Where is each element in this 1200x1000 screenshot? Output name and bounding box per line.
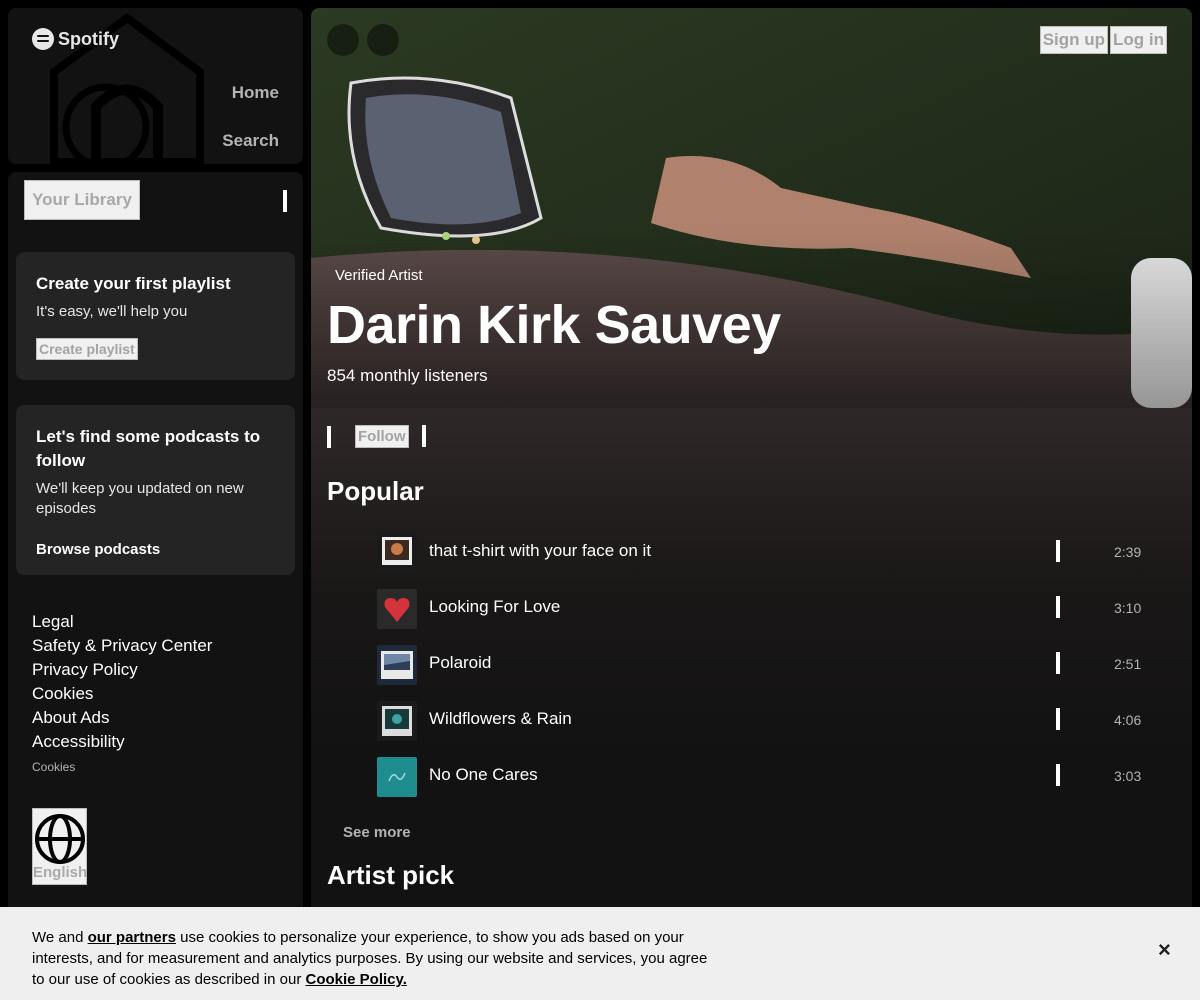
our-partners-link[interactable]: our partners	[88, 929, 176, 946]
footer-link-accessibility[interactable]: Accessibility	[32, 730, 212, 754]
your-library-button[interactable]: Your Library	[24, 180, 140, 220]
track-duration: 2:39	[1114, 544, 1142, 560]
track-duration: 3:03	[1114, 768, 1142, 784]
track-cover-image	[377, 645, 417, 685]
spotify-logo[interactable]: Spotify	[32, 28, 119, 50]
nav-home-link[interactable]: Home	[232, 83, 279, 103]
track-row[interactable]: No One Cares 3:03	[311, 749, 1192, 805]
add-to-liked-button[interactable]	[1056, 764, 1060, 786]
track-row[interactable]: Wildflowers & Rain 4:06	[311, 693, 1192, 749]
track-title: Wildflowers & Rain	[429, 709, 572, 728]
create-playlist-button[interactable]: Create playlist	[36, 338, 138, 360]
logo-text: Spotify	[58, 28, 119, 49]
podcasts-title: Let's find some podcasts to follow	[36, 427, 261, 470]
track-cover-image	[377, 757, 417, 797]
spotify-logo-icon	[32, 28, 54, 50]
main-content: Sign up Log in Verified Artist Darin Kir…	[311, 8, 1192, 1000]
cookie-text-before: We and	[32, 929, 88, 946]
browse-podcasts-link[interactable]: Browse podcasts	[36, 541, 275, 558]
see-more-link[interactable]: See more	[343, 824, 411, 841]
add-to-liked-button[interactable]	[1056, 652, 1060, 674]
create-playlist-title: Create your first playlist	[36, 274, 231, 293]
track-row[interactable]: Looking For Love 3:10	[311, 581, 1192, 637]
add-to-liked-button[interactable]	[1056, 540, 1060, 562]
cookie-policy-link[interactable]: Cookie Policy.	[306, 971, 407, 988]
signup-button[interactable]: Sign up	[1039, 26, 1109, 54]
artist-name: Darin Kirk Sauvey	[327, 295, 781, 355]
auth-buttons: Sign up Log in	[1039, 26, 1167, 54]
artist-hero-image: Sign up Log in Verified Artist Darin Kir…	[311, 8, 1192, 408]
footer-links: Legal Safety & Privacy Center Privacy Po…	[32, 610, 212, 774]
cookie-text: We and our partners use cookies to perso…	[32, 927, 722, 990]
library-panel: Your Library Create your first playlist …	[8, 172, 303, 1000]
track-row[interactable]: Polaroid 2:51	[311, 637, 1192, 693]
track-duration: 4:06	[1114, 712, 1142, 728]
podcasts-subtitle: We'll keep you updated on new episodes	[36, 480, 244, 517]
nav-search-link[interactable]: Search	[222, 131, 279, 151]
globe-icon	[34, 814, 85, 864]
track-cover-image	[377, 533, 417, 573]
footer-link-safety[interactable]: Safety & Privacy Center	[32, 634, 212, 658]
language-label: English	[33, 864, 88, 881]
podcasts-card: Let's find some podcasts to follow We'll…	[16, 405, 295, 575]
track-title: that t-shirt with your face on it	[429, 541, 652, 560]
footer-link-cookies[interactable]: Cookies	[32, 682, 212, 706]
verified-artist-label: Verified Artist	[335, 267, 423, 284]
footer-link-cookies-small[interactable]: Cookies	[32, 760, 212, 774]
artist-pick-heading: Artist pick	[327, 860, 455, 890]
create-plus-icon[interactable]	[283, 190, 287, 212]
login-button[interactable]: Log in	[1110, 26, 1167, 54]
back-button[interactable]	[327, 24, 359, 56]
track-duration: 2:51	[1114, 656, 1142, 672]
follow-button[interactable]: Follow	[355, 425, 409, 448]
track-title: Looking For Love	[429, 597, 561, 616]
add-to-liked-button[interactable]	[1056, 708, 1060, 730]
cookie-banner: We and our partners use cookies to perso…	[0, 907, 1200, 1000]
footer-link-legal[interactable]: Legal	[32, 610, 212, 634]
play-button[interactable]	[327, 426, 331, 448]
monthly-listeners: 854 monthly listeners	[327, 366, 488, 385]
add-to-liked-button[interactable]	[1056, 596, 1060, 618]
create-playlist-card: Create your first playlist It's easy, we…	[16, 252, 295, 380]
track-cover-image	[377, 701, 417, 741]
history-nav	[327, 24, 399, 56]
popular-heading: Popular	[327, 476, 424, 506]
track-duration: 3:10	[1114, 600, 1142, 616]
track-row[interactable]: that t-shirt with your face on it 2:39	[311, 525, 1192, 581]
footer-link-about-ads[interactable]: About Ads	[32, 706, 212, 730]
language-button[interactable]: English	[32, 808, 87, 885]
footer-link-privacy[interactable]: Privacy Policy	[32, 658, 212, 682]
track-title: Polaroid	[429, 653, 492, 672]
sidebar-nav: Spotify Home Search	[8, 8, 303, 164]
track-cover-image	[377, 589, 417, 629]
more-options-button[interactable]	[422, 425, 426, 447]
track-title: No One Cares	[429, 765, 538, 784]
forward-button[interactable]	[367, 24, 399, 56]
close-icon[interactable]: ×	[1158, 939, 1171, 961]
create-playlist-subtitle: It's easy, we'll help you	[36, 303, 188, 320]
